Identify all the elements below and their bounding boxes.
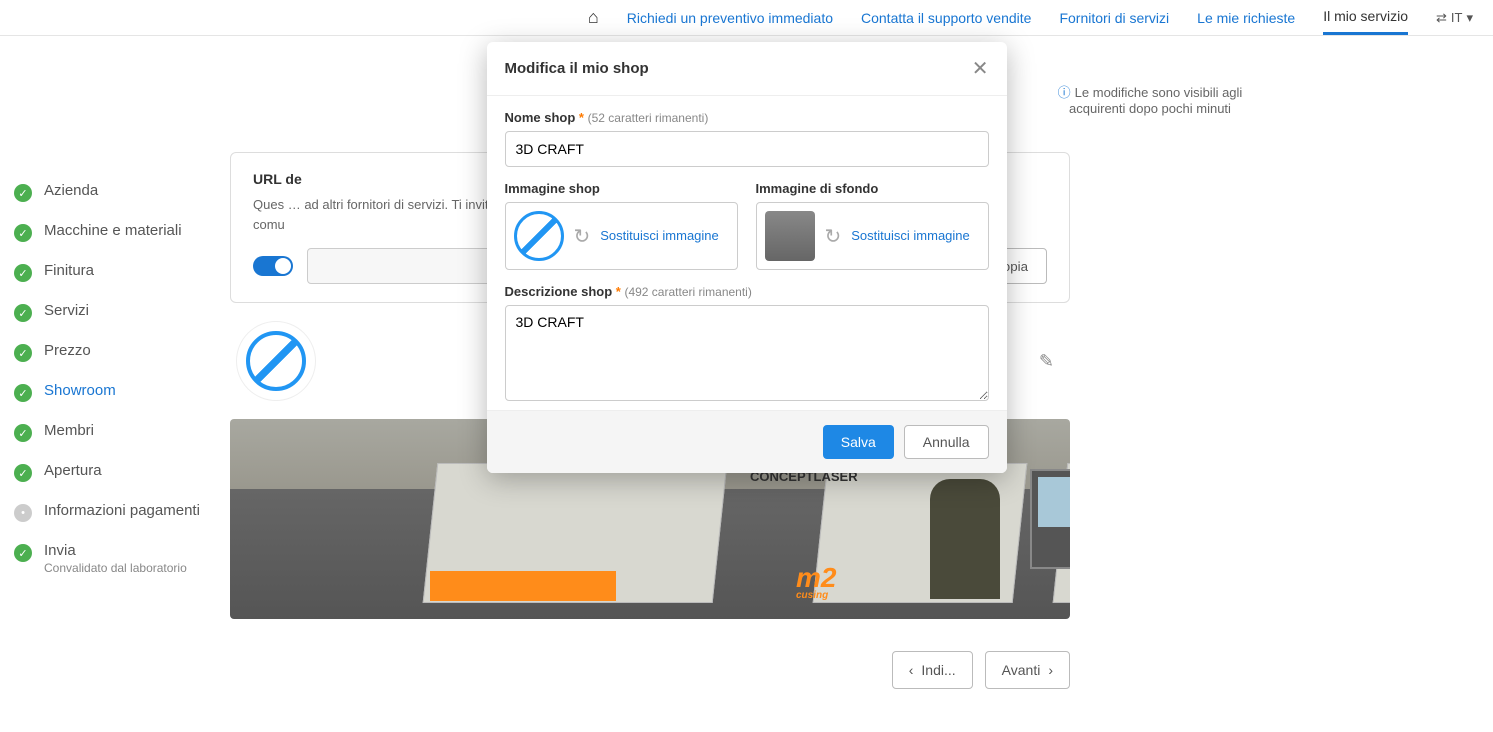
replace-shop-image[interactable]: Sostituisci immagine — [600, 228, 719, 245]
shop-desc-input[interactable] — [505, 305, 989, 401]
replace-bg-image[interactable]: Sostituisci immagine — [851, 228, 970, 245]
save-button[interactable]: Salva — [823, 425, 894, 459]
cancel-button[interactable]: Annulla — [904, 425, 989, 459]
shop-image-label: Immagine shop — [505, 181, 738, 196]
edit-shop-modal: Modifica il mio shop ✕ Nome shop * (52 c… — [487, 42, 1007, 473]
close-icon[interactable]: ✕ — [972, 56, 989, 81]
shop-name-input[interactable] — [505, 131, 989, 167]
bg-image-label: Immagine di sfondo — [756, 181, 989, 196]
shop-image-thumb — [514, 211, 564, 261]
refresh-icon: ↻ — [574, 224, 591, 249]
refresh-icon: ↻ — [825, 224, 842, 249]
shop-desc-label: Descrizione shop * (492 caratteri rimane… — [505, 284, 989, 299]
shop-image-box: ↻ Sostituisci immagine — [505, 202, 738, 270]
bg-image-thumb — [765, 211, 815, 261]
bg-image-box: ↻ Sostituisci immagine — [756, 202, 989, 270]
shop-name-label: Nome shop * (52 caratteri rimanenti) — [505, 110, 989, 125]
modal-title: Modifica il mio shop — [505, 60, 649, 77]
modal-backdrop: Modifica il mio shop ✕ Nome shop * (52 c… — [0, 0, 1493, 732]
